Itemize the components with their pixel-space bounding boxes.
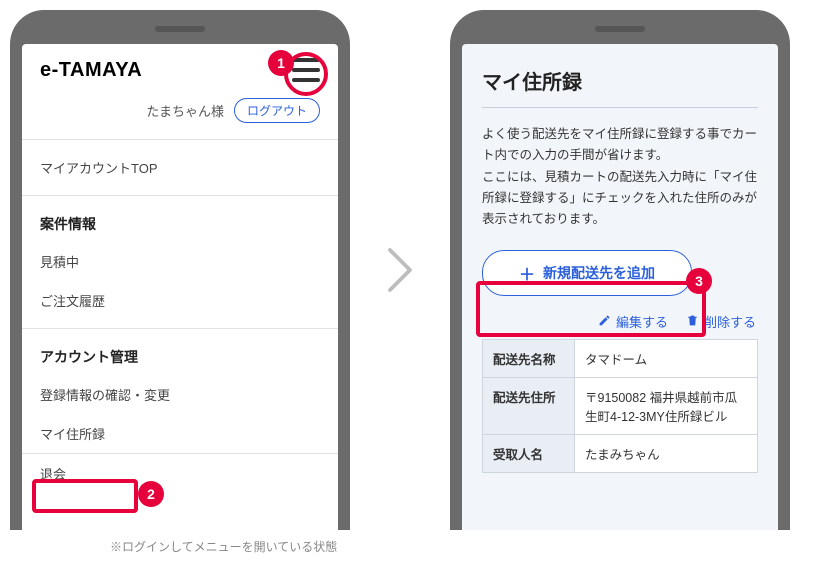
pencil-icon (598, 314, 611, 330)
hamburger-menu-icon[interactable] (292, 58, 320, 82)
page-title: マイ住所録 (462, 44, 778, 101)
menu-address-book[interactable]: マイ住所録 (22, 414, 338, 453)
footnote: ※ログインしてメニューを開いている状態 (110, 538, 337, 555)
stage: e-TAMAYA たまちゃん様 ログアウト マイアカウントTOP 案件情報 見積… (10, 10, 809, 530)
logout-button[interactable]: ログアウト (234, 98, 320, 123)
phone-right: マイ住所録 よく使う配送先をマイ住所録に登録する事でカート内での入力の手間が省け… (450, 10, 790, 530)
menu-orders[interactable]: ご注文履歴 (22, 281, 338, 320)
td-address: 〒9150082 福井県越前市瓜生町4-12-3MY住所録ビル (575, 378, 758, 435)
menu-my-account-top[interactable]: マイアカウントTOP (22, 140, 338, 195)
table-row: 配送先住所 〒9150082 福井県越前市瓜生町4-12-3MY住所録ビル (483, 378, 758, 435)
plus-icon: ＋ (519, 261, 535, 285)
address-table: 配送先名称 タマドーム 配送先住所 〒9150082 福井県越前市瓜生町4-12… (482, 339, 758, 473)
row-actions: 編集する 削除する (462, 304, 778, 339)
th-recipient: 受取人名 (483, 435, 575, 473)
menu-section-cases: 案件情報 (22, 196, 338, 242)
delete-label: 削除する (704, 312, 756, 331)
td-recipient: たまみちゃん (575, 435, 758, 473)
table-row: 配送先名称 タマドーム (483, 340, 758, 378)
arrow-next-icon (370, 10, 430, 530)
edit-label: 編集する (616, 312, 668, 331)
edit-link[interactable]: 編集する (598, 312, 668, 331)
delete-link[interactable]: 削除する (686, 312, 756, 331)
app-header: e-TAMAYA (22, 44, 338, 92)
add-button-wrap: ＋ 新規配送先を追加 (462, 240, 778, 304)
add-shipping-label: 新規配送先を追加 (543, 263, 655, 283)
phone-left: e-TAMAYA たまちゃん様 ログアウト マイアカウントTOP 案件情報 見積… (10, 10, 350, 530)
menu-section-account: アカウント管理 (22, 329, 338, 375)
trash-icon (686, 314, 699, 330)
table-row: 受取人名 たまみちゃん (483, 435, 758, 473)
menu-withdraw[interactable]: 退会 (22, 454, 338, 493)
chevron-right-icon (385, 245, 415, 295)
screen-right: マイ住所録 よく使う配送先をマイ住所録に登録する事でカート内での入力の手間が省け… (462, 44, 778, 530)
menu-reg-info[interactable]: 登録情報の確認・変更 (22, 375, 338, 414)
phone-speaker (155, 26, 205, 32)
page-description: よく使う配送先をマイ住所録に登録する事でカート内での入力の手間が省けます。 ここ… (462, 108, 778, 240)
th-address: 配送先住所 (483, 378, 575, 435)
user-label: たまちゃん様 (146, 101, 224, 120)
menu-quote[interactable]: 見積中 (22, 242, 338, 281)
phone-speaker (595, 26, 645, 32)
screen-left: e-TAMAYA たまちゃん様 ログアウト マイアカウントTOP 案件情報 見積… (22, 44, 338, 530)
td-name: タマドーム (575, 340, 758, 378)
user-row: たまちゃん様 ログアウト (22, 92, 338, 139)
brand-logo: e-TAMAYA (40, 59, 142, 82)
th-name: 配送先名称 (483, 340, 575, 378)
add-shipping-button[interactable]: ＋ 新規配送先を追加 (482, 250, 692, 296)
